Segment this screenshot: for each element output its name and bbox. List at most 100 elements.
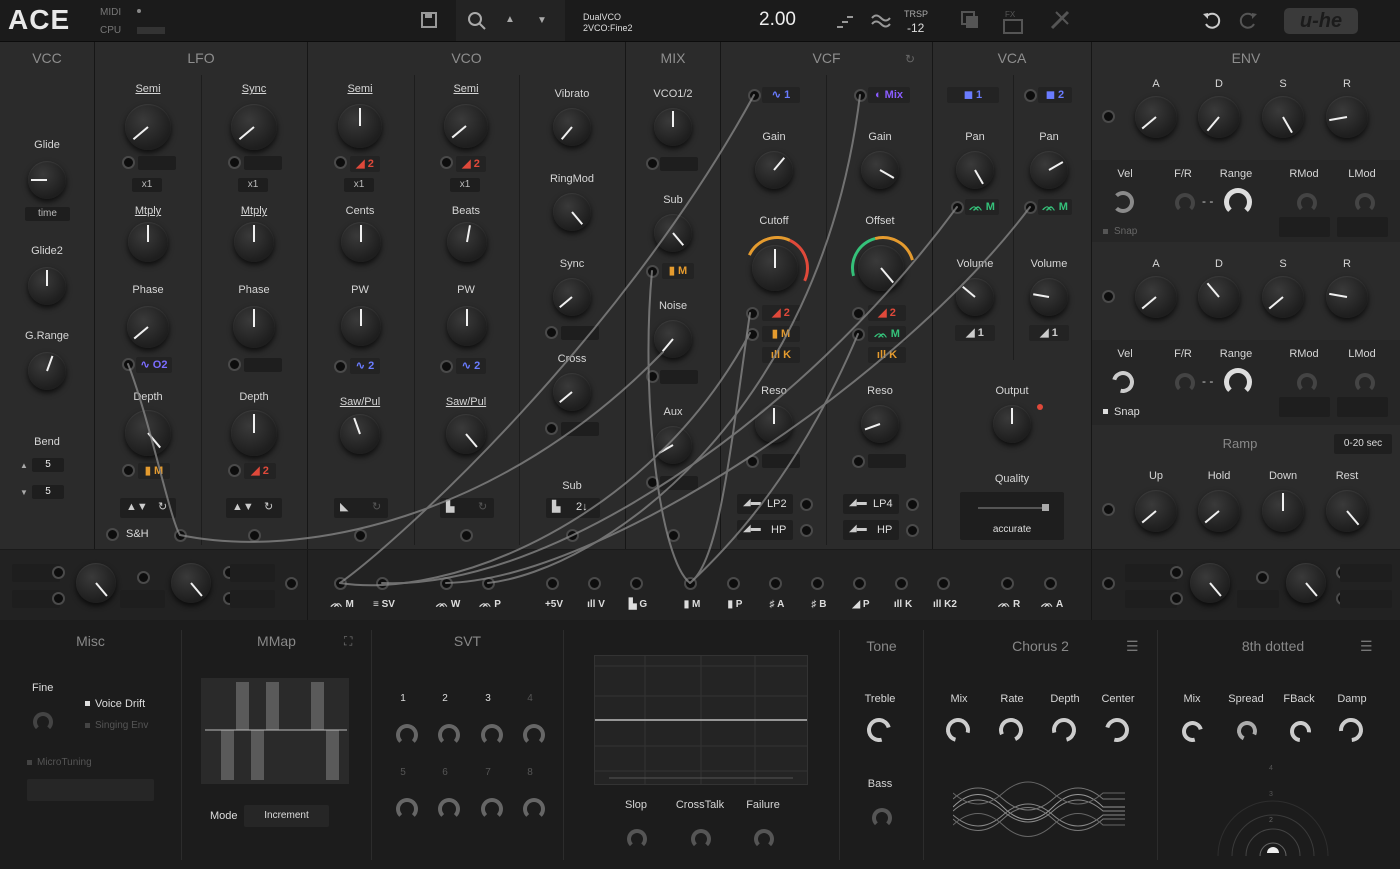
voice-drift-checkbox[interactable] [85,701,90,706]
patchbay-jack-0[interactable] [334,577,347,590]
lfo1-semi-knob[interactable] [125,104,171,150]
lp2-jack[interactable] [800,498,813,511]
hp1-button[interactable]: ◢▬ HP [737,520,793,540]
patchbay-jack-14[interactable] [1001,577,1014,590]
sync-jack[interactable] [545,326,558,339]
glide2-knob[interactable] [28,267,66,305]
lfo-mod-jack[interactable] [137,571,150,584]
cutoff-mod1[interactable]: ◢ 2 [762,305,800,321]
vco2-shape-button[interactable]: ▙ ↻ [440,498,494,518]
env-amount1-knob[interactable] [1190,563,1230,603]
lfo2-phase-knob[interactable] [233,306,275,348]
failure-knob[interactable] [754,829,774,849]
vibrato-knob[interactable] [553,108,591,146]
bend-up-value[interactable]: 5 [32,458,64,472]
patchbay-jack-10[interactable] [811,577,824,590]
vol1-knob[interactable] [956,278,994,316]
lfo1-phase-knob[interactable] [127,306,169,348]
lfo2-depth-knob[interactable] [231,410,277,456]
env2-s-knob[interactable] [1262,276,1304,318]
lfo2-wave-button[interactable]: ▲▼ ↻ [226,498,282,518]
patchbay-jack-3[interactable] [482,577,495,590]
redo-icon[interactable] [1238,10,1258,33]
vco2-out-jack[interactable] [460,529,473,542]
patchbay-jack-12[interactable] [895,577,908,590]
noise-jack[interactable] [646,370,659,383]
glide-knob[interactable] [28,161,66,199]
preset-subname[interactable]: 2VCO:Fine2 [583,23,633,33]
offset-mod1-jack[interactable] [852,307,865,320]
vol1-mod[interactable]: ◢ 1 [955,325,995,341]
sync-knob[interactable] [553,278,591,316]
svt-knob-3[interactable] [481,724,503,746]
pan2-jack[interactable] [1024,201,1037,214]
undo-icon[interactable] [1202,10,1222,33]
vco2-pw-jack[interactable] [440,360,453,373]
vco2-pw-knob[interactable] [447,306,487,346]
patchbay-jack-6[interactable] [630,577,643,590]
env2-jack[interactable] [1102,290,1115,303]
env-mod-jack[interactable] [1170,566,1183,579]
trsp-value[interactable]: -12 [907,21,924,35]
stair-icon[interactable] [836,12,854,33]
bass-knob[interactable] [872,808,892,828]
env1-lmod-ring[interactable] [1355,193,1375,213]
preset-name[interactable]: DualVCO [583,12,621,22]
ramp-jack[interactable] [1102,503,1115,516]
env2-a-knob[interactable] [1135,276,1177,318]
pan1-mod[interactable]: ᨏ M [965,199,999,215]
vcf2-gain-knob[interactable] [861,151,899,189]
vcf2-reso-jack[interactable] [852,455,865,468]
lfo1-depth-knob[interactable] [125,410,171,456]
vol2-mod[interactable]: ◢ 1 [1029,325,1069,341]
chorus-menu-icon[interactable]: ☰ [1126,638,1139,655]
lfo1-depth-mod[interactable]: ▮ M [138,463,170,479]
lfo-out-jack[interactable] [285,577,298,590]
cutoff-mod2[interactable]: ▮ M [762,326,800,342]
fx-icon[interactable] [1003,19,1023,34]
vco1-pw-knob[interactable] [341,306,381,346]
beats-knob[interactable] [447,222,487,262]
lfo1-phase-mod[interactable]: ∿ O2 [136,357,172,373]
lfo1-x1[interactable]: x1 [132,178,162,192]
cable-icon[interactable] [1050,10,1070,33]
vco1-shape-button[interactable]: ◣ ↻ [334,498,388,518]
lfo-mod-jack[interactable] [52,592,65,605]
env-mod-jack[interactable] [1102,577,1115,590]
env1-vel-ring[interactable] [1112,191,1134,213]
copy-icon[interactable] [960,10,980,33]
lfo2-depth-jack[interactable] [228,464,241,477]
offset-knob[interactable] [858,245,904,291]
slop-knob[interactable] [627,829,647,849]
ramp-range-select[interactable]: 0-20 sec [1334,434,1392,454]
vco2-semi-knob[interactable] [444,104,488,148]
lfo2-sync-jack[interactable] [228,156,241,169]
patchbay-jack-4[interactable] [546,577,559,590]
patchbay-jack-2[interactable] [440,577,453,590]
grange-knob[interactable] [28,352,66,390]
lfo-amount2-knob[interactable] [171,563,211,603]
patchbay-jack-9[interactable] [769,577,782,590]
env-amount2-knob[interactable] [1286,563,1326,603]
lfo-mod-jack[interactable] [52,566,65,579]
vcf2-in-mod[interactable]: ◐ Mix [868,87,910,103]
vco2-x1[interactable]: x1 [450,178,480,192]
vco2-semi-mod[interactable]: ◢ 2 [456,156,486,172]
fine-knob[interactable] [33,712,53,732]
offset-mod2-jack[interactable] [852,328,865,341]
env1-d-knob[interactable] [1198,96,1240,138]
env1-jack[interactable] [1102,110,1115,123]
fx-label[interactable]: FX [1005,10,1015,19]
patchbay-jack-11[interactable] [853,577,866,590]
vca1-in[interactable]: ◼ 1 [947,87,999,103]
value-display[interactable]: 2.00 [759,9,796,31]
svt-knob-8[interactable] [523,798,545,820]
patchbay-jack-1[interactable] [376,577,389,590]
env2-range-ring[interactable] [1224,368,1252,396]
glide-time-tag[interactable]: time [25,207,70,221]
offset-mod1[interactable]: ◢ 2 [868,305,906,321]
offset-mod2[interactable]: ᨏ M [868,326,906,342]
env2-d-knob[interactable] [1198,276,1240,318]
lfo1-wave-button[interactable]: ▲▼ ↻ [120,498,176,518]
vcf1-in-mod[interactable]: ∿ 1 [762,87,800,103]
